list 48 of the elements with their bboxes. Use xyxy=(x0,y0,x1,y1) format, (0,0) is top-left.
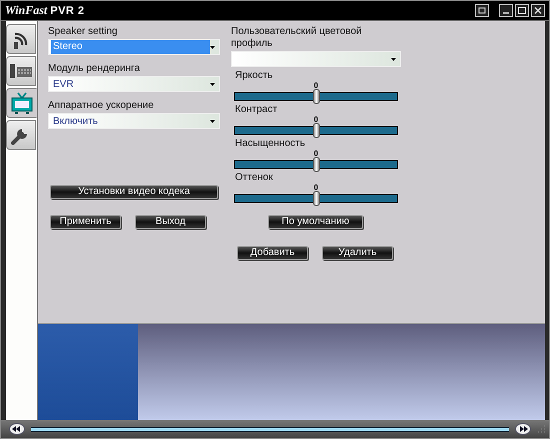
slider-thumb[interactable] xyxy=(313,89,320,104)
profile-button[interactable]: Удалить xyxy=(322,246,393,260)
restore-icon[interactable] xyxy=(475,4,489,17)
minimize-icon[interactable] xyxy=(499,4,513,17)
slider[interactable] xyxy=(234,160,398,169)
slider-value: 0 xyxy=(314,183,318,192)
caret-icon xyxy=(210,120,215,122)
maximize-icon[interactable] xyxy=(515,4,529,17)
slider-label: Яркость xyxy=(235,70,274,81)
slider-thumb[interactable] xyxy=(313,191,320,206)
sidebar-tab[interactable] xyxy=(6,120,36,150)
slider-label: Оттенок xyxy=(235,172,274,183)
field-label: Speaker setting xyxy=(48,26,118,38)
action-button[interactable]: Применить xyxy=(50,215,121,229)
tv-icon xyxy=(10,92,34,114)
sidebar-tab[interactable] xyxy=(6,56,36,86)
app-subtitle: PVR 2 xyxy=(50,4,85,16)
forward-icon[interactable] xyxy=(515,423,531,435)
sidebar-tab[interactable] xyxy=(6,24,36,54)
app-title: WinFast xyxy=(5,3,48,18)
slider-value: 0 xyxy=(314,149,318,158)
seek-bar[interactable] xyxy=(31,426,509,432)
caret-icon xyxy=(210,82,215,86)
default-button[interactable]: По умолчанию xyxy=(268,215,363,229)
dropdown[interactable]: Включить xyxy=(48,113,220,129)
slider-label: Контраст xyxy=(235,104,278,115)
slider-value: 0 xyxy=(314,81,318,90)
caret-icon xyxy=(391,58,396,60)
field-label: Модуль рендеринга xyxy=(48,63,141,75)
slider[interactable] xyxy=(234,92,398,101)
slider-thumb[interactable] xyxy=(313,123,320,138)
slider-thumb[interactable] xyxy=(313,157,320,172)
rewind-icon[interactable] xyxy=(9,423,25,435)
field-label: Пользовательский цветовой профиль xyxy=(231,26,363,50)
codec-settings-button[interactable]: Установки видео кодека xyxy=(50,185,218,199)
dropdown[interactable]: EVR xyxy=(48,76,220,92)
resize-grip-icon[interactable] xyxy=(537,425,545,433)
slider-value: 0 xyxy=(314,115,318,124)
keyboard-icon xyxy=(9,62,33,80)
slider-label: Насыщенность xyxy=(235,138,306,149)
close-icon[interactable] xyxy=(531,4,545,17)
field-label: Аппаратное ускорение xyxy=(48,100,155,112)
sidebar-tab[interactable] xyxy=(6,88,37,118)
profile-button[interactable]: Добавить xyxy=(237,246,308,260)
slider[interactable] xyxy=(234,194,398,203)
slider[interactable] xyxy=(234,126,398,135)
caret-icon xyxy=(210,46,215,48)
action-button[interactable]: Выход xyxy=(135,215,206,229)
